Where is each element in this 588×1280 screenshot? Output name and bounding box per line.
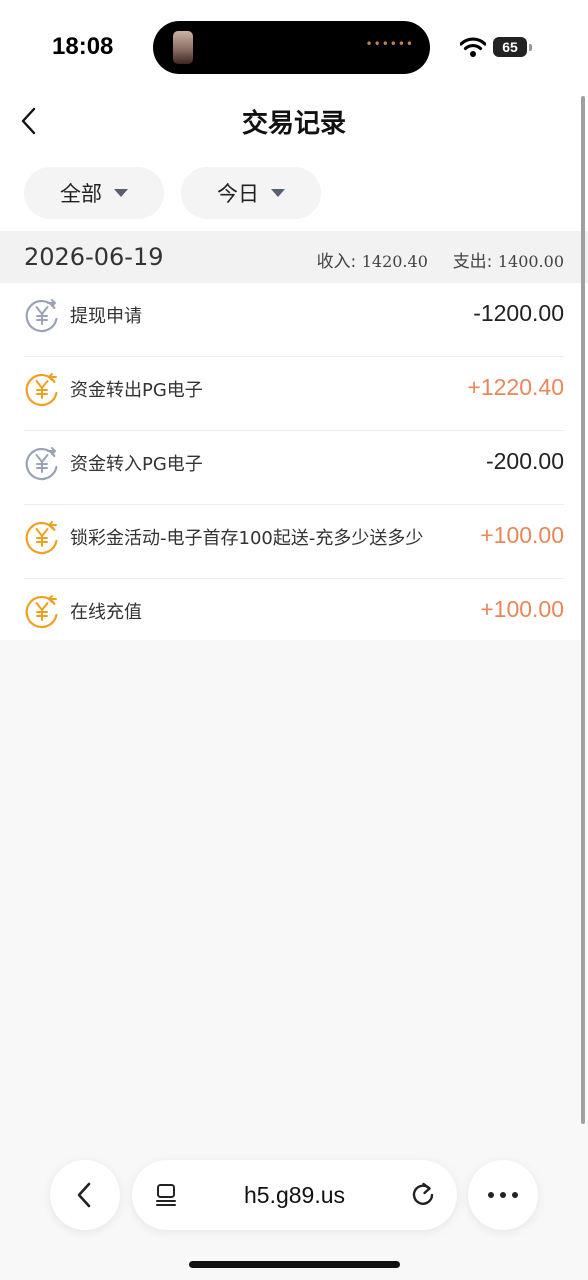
- transaction-label: 在线充值: [70, 602, 142, 623]
- transaction-row[interactable]: 在线充值 +100.00: [24, 579, 564, 653]
- battery-indicator: 65: [493, 37, 532, 57]
- wifi-icon: [460, 37, 486, 57]
- page-title: 交易记录: [241, 109, 346, 139]
- audio-wave-icon: ••••••: [365, 37, 414, 51]
- yen-incoming-icon: [25, 521, 58, 555]
- yen-incoming-icon: [25, 595, 58, 629]
- media-thumbnail: [173, 31, 193, 64]
- home-indicator[interactable]: [189, 1261, 400, 1268]
- date-filter-label: 今日: [217, 182, 259, 206]
- browser-toolbar: h5.g89.us: [0, 1160, 588, 1232]
- transaction-label: 资金转入PG电子: [70, 454, 203, 475]
- status-bar: 18:08 •••••• 65: [0, 0, 588, 95]
- date-filter-dropdown[interactable]: 今日: [181, 167, 321, 219]
- transaction-label: 锁彩金活动-电子首存100起送-充多少送多少: [70, 528, 424, 549]
- chevron-left-icon: [77, 1182, 91, 1208]
- expense-value: 1400.00: [497, 252, 564, 271]
- transaction-row[interactable]: 锁彩金活动-电子首存100起送-充多少送多少 +100.00: [24, 505, 564, 579]
- transaction-row[interactable]: 提现申请 -1200.00: [24, 283, 564, 357]
- dynamic-island[interactable]: ••••••: [153, 21, 430, 74]
- date-group-header: 2026-06-19 收入: 1420.40 支出: 1400.00: [0, 231, 588, 283]
- expense-label: 支出:: [452, 252, 493, 272]
- caret-down-icon: [271, 189, 285, 197]
- transaction-row[interactable]: 资金转出PG电子 +1220.40: [24, 357, 564, 431]
- daily-summary: 收入: 1420.40 支出: 1400.00: [317, 247, 564, 272]
- type-filter-label: 全部: [60, 182, 102, 206]
- income-label: 收入:: [316, 252, 357, 272]
- more-options-button[interactable]: [468, 1160, 538, 1230]
- transaction-amount: -1200.00: [473, 300, 564, 326]
- transaction-list: 提现申请 -1200.00 资金转出PG电子 +1220.40 资金转入PG电子…: [0, 283, 588, 640]
- yen-incoming-icon: [25, 373, 58, 407]
- transaction-label: 提现申请: [70, 306, 142, 327]
- filter-row: 全部 今日: [0, 155, 588, 231]
- address-bar[interactable]: h5.g89.us: [132, 1160, 457, 1230]
- group-date: 2026-06-19: [24, 243, 164, 271]
- type-filter-dropdown[interactable]: 全部: [24, 167, 164, 219]
- nav-header: 交易记录: [0, 95, 588, 155]
- reload-icon[interactable]: [409, 1181, 437, 1209]
- more-dots-icon: [488, 1192, 518, 1198]
- browser-back-button[interactable]: [50, 1160, 120, 1230]
- income-value: 1420.40: [361, 252, 428, 271]
- scrollbar[interactable]: [581, 96, 585, 1124]
- transaction-row[interactable]: 资金转入PG电子 -200.00: [24, 431, 564, 505]
- yen-outgoing-icon: [25, 447, 58, 481]
- transaction-amount: +100.00: [480, 596, 564, 622]
- caret-down-icon: [114, 189, 128, 197]
- status-time: 18:08: [52, 33, 114, 60]
- transaction-amount: +1220.40: [467, 374, 564, 400]
- transaction-amount: -200.00: [485, 448, 564, 474]
- transaction-label: 资金转出PG电子: [70, 380, 203, 401]
- yen-outgoing-icon: [25, 299, 58, 333]
- transaction-amount: +100.00: [480, 522, 564, 548]
